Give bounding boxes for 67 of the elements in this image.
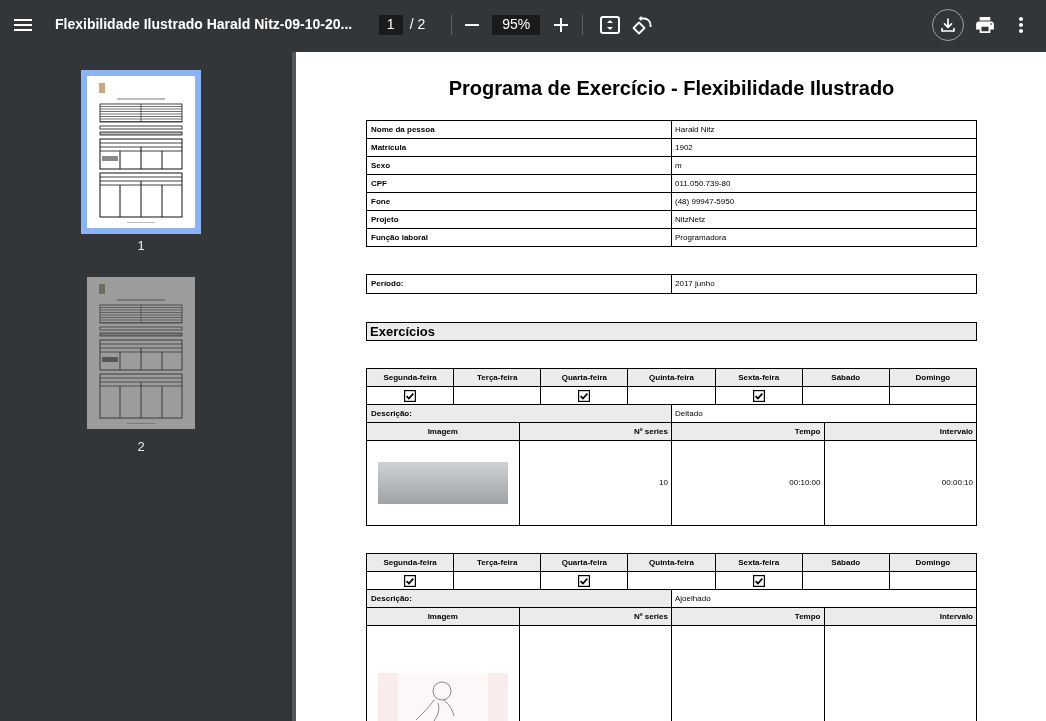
column-header: Terça-feira xyxy=(454,554,542,572)
column-header: Imagem xyxy=(367,423,520,441)
column-header: Segunda-feira xyxy=(367,369,455,387)
column-header: Sexta-feira xyxy=(715,554,803,572)
checked-box-icon xyxy=(578,574,591,587)
print-icon xyxy=(976,16,994,33)
page-number-field[interactable]: 1 xyxy=(378,14,403,35)
table-cell: 1902 xyxy=(672,139,977,157)
column-header: Nº series xyxy=(519,423,672,441)
table-cell: Programadora xyxy=(672,229,977,247)
column-header: Imagem xyxy=(367,608,520,626)
section-header: Exercícios xyxy=(366,322,977,341)
table-cell: NitzNetz xyxy=(672,211,977,229)
page-thumbnail[interactable] xyxy=(87,277,195,429)
table-cell: 00:00:10 xyxy=(824,441,977,526)
checked-box-icon xyxy=(404,574,417,587)
column-header: Terça-feira xyxy=(454,369,542,387)
checked-box-icon xyxy=(578,389,591,402)
menu-icon xyxy=(14,18,32,31)
column-header: Nº series xyxy=(519,608,672,626)
column-header: Tempo xyxy=(672,608,825,626)
column-header: Intervalo xyxy=(824,423,977,441)
fit-page-icon xyxy=(600,15,621,34)
table-cell: m xyxy=(672,157,977,175)
column-header: Sábado xyxy=(802,554,890,572)
row-label: Fone xyxy=(367,193,672,211)
download-icon xyxy=(941,17,955,32)
table-cell: 00:10:00 xyxy=(672,441,825,526)
document-title: Flexibilidade Ilustrado Harald Nitz-09-10-20... xyxy=(55,15,353,34)
table-cell: Harald Nitz xyxy=(672,121,977,139)
rotate-icon xyxy=(632,14,653,35)
zoom-in-icon xyxy=(554,17,569,32)
checked-box-icon xyxy=(752,574,765,587)
table-cell: (48) 99947-5950 xyxy=(672,193,977,211)
page-count: / 2 xyxy=(409,15,426,34)
more-options-icon xyxy=(1019,16,1023,33)
row-label: CPF xyxy=(367,175,672,193)
row-label: Matrícula xyxy=(367,139,672,157)
row-label: Função laboral xyxy=(367,229,672,247)
column-header: Tempo xyxy=(672,423,825,441)
table-cell: 011.050.739-80 xyxy=(672,175,977,193)
column-header: Quarta-feira xyxy=(541,554,629,572)
row-label: Sexo xyxy=(367,157,672,175)
column-header: Sábado xyxy=(802,369,890,387)
column-header: Domingo xyxy=(889,369,977,387)
column-header: Quarta-feira xyxy=(541,369,629,387)
row-label: Nome da pessoa xyxy=(367,121,672,139)
column-header: Quinta-feira xyxy=(628,369,716,387)
table-cell: 10 xyxy=(519,441,672,526)
zoom-field[interactable]: 95% xyxy=(492,14,541,35)
row-label: Descrição: xyxy=(367,590,672,608)
column-header: Quinta-feira xyxy=(628,554,716,572)
row-label: Descrição: xyxy=(367,405,672,423)
column-header: Sexta-feira xyxy=(715,369,803,387)
column-header: Domingo xyxy=(889,554,977,572)
document-heading: Programa de Exercício - Flexibilidade Ilustrado xyxy=(447,76,896,99)
checked-box-icon xyxy=(752,389,765,402)
page-thumbnail[interactable] xyxy=(81,70,201,234)
table-cell: 2017 junho xyxy=(672,275,977,294)
row-label: Período: xyxy=(367,275,672,294)
column-header: Intervalo xyxy=(824,608,977,626)
checked-box-icon xyxy=(404,389,417,402)
row-label: Projeto xyxy=(367,211,672,229)
column-header: Segunda-feira xyxy=(367,554,455,572)
page-number-label: 1 xyxy=(137,238,145,254)
page-number-label: 2 xyxy=(137,439,145,455)
zoom-out-icon xyxy=(465,23,480,26)
